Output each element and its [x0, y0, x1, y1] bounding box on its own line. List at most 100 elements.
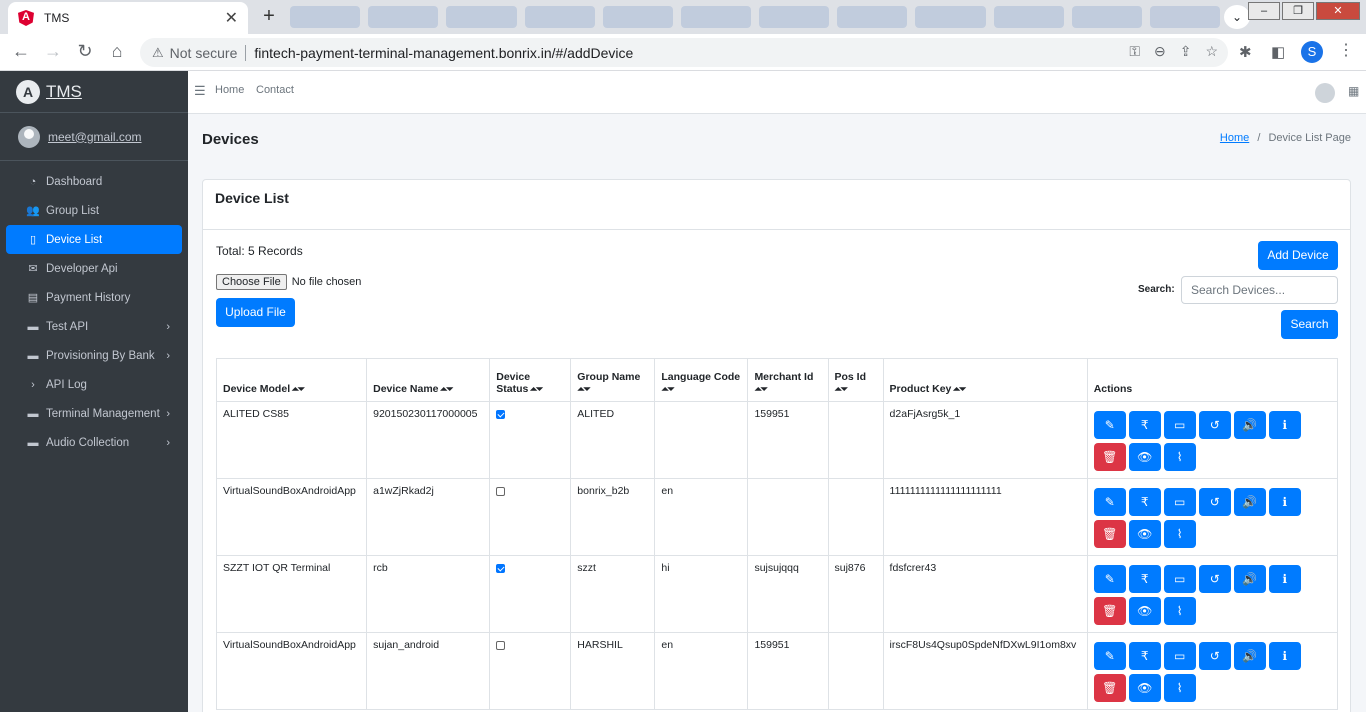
column-header-pos-id[interactable]: Pos Id ⏶⏷ [827, 358, 884, 402]
home-icon[interactable]: ⌂ [106, 41, 128, 62]
eye-icon[interactable]: 👁 [1128, 674, 1161, 702]
info-icon[interactable]: ℹ [1268, 642, 1301, 670]
sidebar-item-dashboard[interactable]: ◔ Dashboard [6, 167, 182, 196]
device-status-checkbox[interactable] [496, 564, 506, 573]
info-icon[interactable]: ℹ [1268, 488, 1301, 516]
info-icon[interactable]: ℹ [1268, 411, 1301, 439]
add-device-button[interactable]: Add Device [1258, 241, 1338, 270]
user-email-link[interactable]: meet@gmail.com [48, 130, 142, 144]
hamburger-icon[interactable]: ☰ [194, 83, 206, 99]
eye-icon[interactable]: 👁 [1128, 597, 1161, 625]
sidebar-item-payment-history[interactable]: ▤ Payment History [6, 283, 182, 312]
url-text[interactable]: fintech-payment-terminal-management.bonr… [254, 45, 633, 61]
column-header-device-status[interactable]: Device Status ⏶⏷ [489, 358, 572, 402]
volume-icon[interactable]: 🔊 [1233, 411, 1266, 439]
brand-link[interactable]: A TMS [0, 71, 188, 113]
forward-icon[interactable]: → [42, 41, 64, 62]
back-icon[interactable]: ← [10, 41, 32, 62]
rupee-icon[interactable]: ₹ [1128, 642, 1161, 670]
key-icon[interactable]: ⚿ [1129, 43, 1140, 60]
tab-search-icon[interactable]: ⌄ [1224, 5, 1250, 29]
reload-icon[interactable]: ↻ [74, 41, 96, 62]
eye-icon[interactable]: 👁 [1128, 520, 1161, 548]
trash-icon[interactable]: 🗑 [1093, 674, 1126, 702]
volume-icon[interactable]: 🔊 [1233, 488, 1266, 516]
upload-file-button[interactable]: Upload File [216, 298, 295, 327]
breadcrumb-home-link[interactable]: Home [1220, 132, 1249, 144]
choose-file-button[interactable]: Choose File [216, 274, 287, 290]
sort-icon[interactable]: ⏶⏷ [577, 384, 590, 394]
rss-icon[interactable]: ⌇ [1163, 597, 1196, 625]
sidebar-item-developer-api[interactable]: ✉ Developer Api [6, 254, 182, 283]
file-input[interactable]: Choose File No file chosen [216, 274, 361, 290]
apps-grid-icon[interactable]: ▦ [1348, 84, 1359, 98]
desktop-icon[interactable]: ▭ [1163, 642, 1196, 670]
edit-icon[interactable]: ✎ [1093, 642, 1126, 670]
sidebar-item-audio-collection[interactable]: ▬ Audio Collection › [6, 428, 182, 457]
trash-icon[interactable]: 🗑 [1093, 443, 1126, 471]
tab-close-icon[interactable]: ✕ [225, 8, 238, 28]
restore-icon[interactable]: ❐ [1282, 2, 1314, 20]
sidebar-item-device-list[interactable]: ▯ Device List [6, 225, 182, 254]
window-close-icon[interactable]: ✕ [1316, 2, 1360, 20]
browser-menu-icon[interactable]: ⋮ [1338, 40, 1354, 60]
zoom-icon[interactable]: ⊖ [1154, 43, 1166, 60]
trash-icon[interactable]: 🗑 [1093, 597, 1126, 625]
device-status-checkbox[interactable] [496, 410, 506, 419]
column-header-language-code[interactable]: Language Code ⏶⏷ [654, 358, 749, 402]
extensions-icon[interactable]: ✱ [1239, 43, 1252, 61]
eye-icon[interactable]: 👁 [1128, 443, 1161, 471]
column-header-group-name[interactable]: Group Name ⏶⏷ [570, 358, 656, 402]
desktop-icon[interactable]: ▭ [1163, 488, 1196, 516]
rss-icon[interactable]: ⌇ [1163, 674, 1196, 702]
trash-icon[interactable]: 🗑 [1093, 520, 1126, 548]
sort-icon[interactable]: ⏶⏷ [528, 384, 543, 394]
sidebar-item-provisioning-by-bank[interactable]: ▬ Provisioning By Bank › [6, 341, 182, 370]
search-button[interactable]: Search [1281, 310, 1338, 339]
sidebar-item-test-api[interactable]: ▬ Test API › [6, 312, 182, 341]
edit-icon[interactable]: ✎ [1093, 488, 1126, 516]
brand-name[interactable]: TMS [46, 82, 82, 102]
nav-contact-link[interactable]: Contact [256, 84, 294, 96]
share-icon[interactable]: ⇪ [1180, 43, 1192, 60]
address-bar[interactable]: ⚠ Not secure fintech-payment-terminal-ma… [140, 38, 1228, 67]
volume-icon[interactable]: 🔊 [1233, 642, 1266, 670]
rupee-icon[interactable]: ₹ [1128, 411, 1161, 439]
sort-icon[interactable]: ⏶⏷ [835, 384, 848, 394]
rss-icon[interactable]: ⌇ [1163, 520, 1196, 548]
rss-icon[interactable]: ⌇ [1163, 443, 1196, 471]
search-input[interactable]: Search Devices... [1181, 276, 1338, 304]
edit-icon[interactable]: ✎ [1093, 565, 1126, 593]
history-icon[interactable]: ↺ [1198, 565, 1231, 593]
rupee-icon[interactable]: ₹ [1128, 488, 1161, 516]
info-icon[interactable]: ℹ [1268, 565, 1301, 593]
security-label[interactable]: Not secure [170, 45, 238, 61]
history-icon[interactable]: ↺ [1198, 488, 1231, 516]
sidebar-item-terminal-management[interactable]: ▬ Terminal Management › [6, 399, 182, 428]
browser-tab-active[interactable]: TMS ✕ [8, 2, 248, 34]
desktop-icon[interactable]: ▭ [1163, 565, 1196, 593]
rupee-icon[interactable]: ₹ [1128, 565, 1161, 593]
edit-icon[interactable]: ✎ [1093, 411, 1126, 439]
sort-icon[interactable]: ⏶⏷ [290, 384, 305, 394]
nav-home-link[interactable]: Home [215, 84, 244, 96]
column-header-merchant-id[interactable]: Merchant Id ⏶⏷ [747, 358, 829, 402]
side-panel-icon[interactable]: ◧ [1271, 43, 1285, 61]
device-status-checkbox[interactable] [496, 487, 506, 496]
sort-icon[interactable]: ⏶⏷ [439, 384, 453, 394]
history-icon[interactable]: ↺ [1198, 411, 1231, 439]
warning-icon[interactable]: ⚠ [152, 45, 164, 61]
sort-icon[interactable]: ⏶⏷ [754, 384, 767, 394]
profile-avatar[interactable]: S [1301, 41, 1323, 63]
history-icon[interactable]: ↺ [1198, 642, 1231, 670]
new-tab-button[interactable]: + [256, 5, 282, 29]
background-tabs[interactable] [290, 6, 1221, 28]
desktop-icon[interactable]: ▭ [1163, 411, 1196, 439]
device-status-checkbox[interactable] [496, 641, 506, 650]
bookmark-star-icon[interactable]: ☆ [1205, 43, 1218, 60]
sort-icon[interactable]: ⏶⏷ [661, 384, 674, 394]
column-header-product-key[interactable]: Product Key ⏶⏷ [882, 358, 1088, 402]
column-header-device-model[interactable]: Device Model ⏶⏷ [215, 358, 368, 402]
sidebar-item-api-log[interactable]: › API Log [6, 370, 182, 399]
column-header-device-name[interactable]: Device Name ⏶⏷ [366, 358, 491, 402]
